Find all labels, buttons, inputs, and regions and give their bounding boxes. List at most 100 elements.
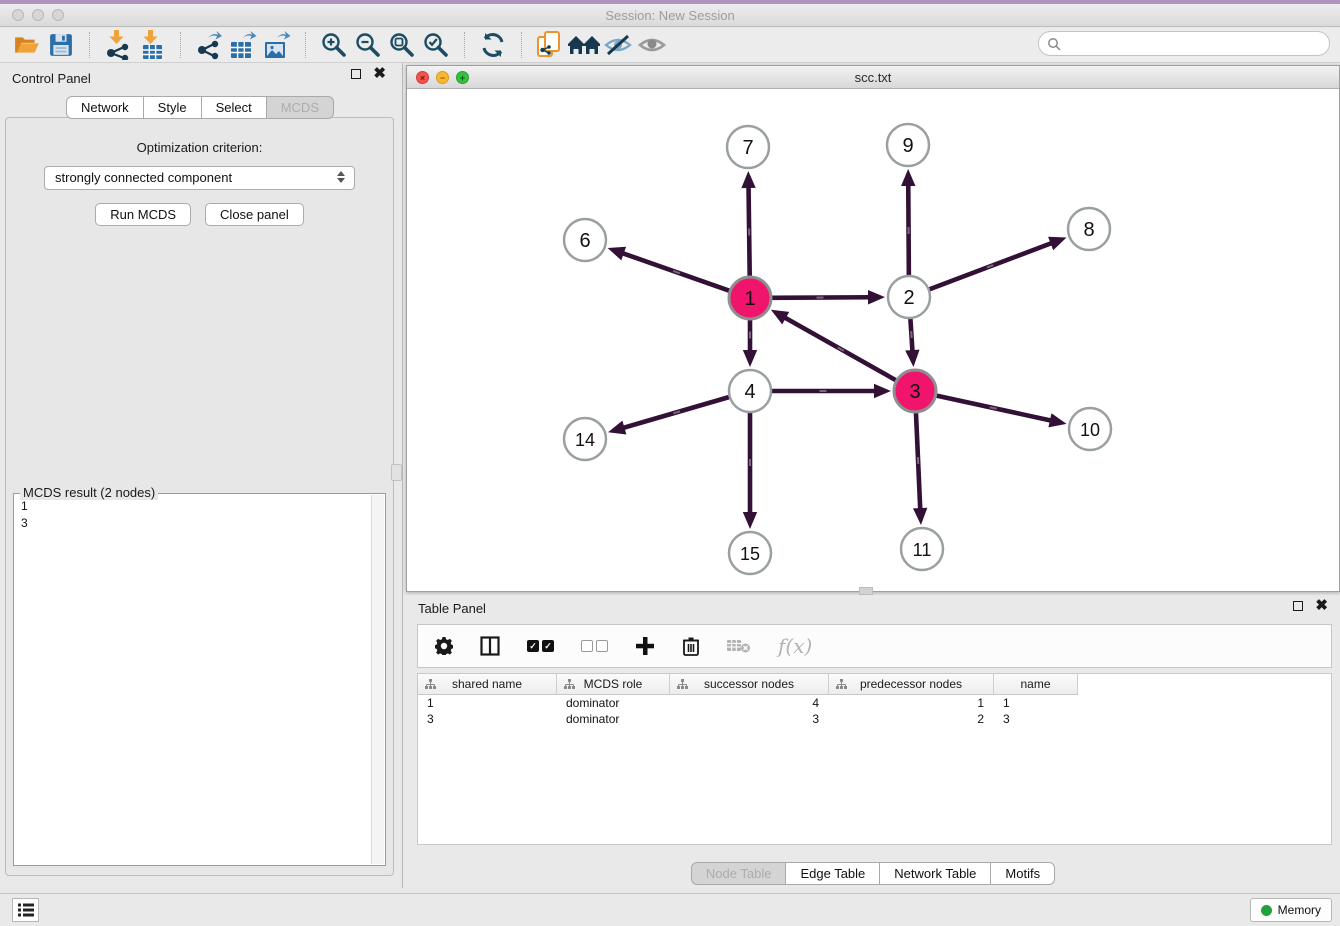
tab-motifs[interactable]: Motifs bbox=[990, 862, 1055, 885]
titlebar: Session: New Session bbox=[0, 4, 1340, 27]
float-table-panel-icon[interactable] bbox=[1293, 601, 1303, 611]
zoom-fit-icon[interactable] bbox=[385, 29, 419, 61]
close-window-icon[interactable] bbox=[12, 9, 24, 21]
hide-selected-icon[interactable] bbox=[601, 29, 635, 61]
search-icon bbox=[1047, 37, 1061, 51]
export-table-icon[interactable] bbox=[226, 29, 260, 61]
graph-node-label: 4 bbox=[744, 381, 755, 403]
table-cell[interactable]: 1 bbox=[418, 695, 557, 711]
vertical-splitter-handle[interactable] bbox=[391, 464, 402, 481]
horizontal-splitter-handle[interactable] bbox=[859, 587, 873, 595]
tab-network[interactable]: Network bbox=[66, 96, 144, 119]
window-title: Session: New Session bbox=[0, 4, 1340, 27]
open-session-icon[interactable] bbox=[10, 29, 44, 61]
zoom-window-icon[interactable] bbox=[52, 9, 64, 21]
table-cell[interactable]: dominator bbox=[557, 695, 670, 711]
table-row[interactable]: 1dominator411 bbox=[418, 695, 1331, 711]
mcds-panel: Optimization criterion: strongly connect… bbox=[5, 117, 394, 876]
import-network-icon[interactable] bbox=[101, 29, 135, 61]
list-icon bbox=[18, 903, 34, 917]
toolbar-separator bbox=[89, 32, 90, 58]
column-header-successor-nodes[interactable]: successor nodes bbox=[670, 674, 829, 695]
graph-node-label: 11 bbox=[913, 540, 932, 560]
close-panel-icon[interactable]: ✖ bbox=[373, 69, 386, 79]
import-table-icon[interactable] bbox=[135, 29, 169, 61]
arrowhead-icon bbox=[743, 350, 757, 367]
task-history-button[interactable] bbox=[12, 898, 39, 922]
close-table-panel-icon[interactable]: ✖ bbox=[1315, 601, 1328, 611]
dropdown-value: strongly connected component bbox=[55, 170, 232, 185]
optimization-dropdown[interactable]: strongly connected component bbox=[44, 166, 355, 190]
graph-node-label: 6 bbox=[579, 230, 590, 252]
arrowhead-icon bbox=[608, 247, 626, 261]
chevron-updown-icon bbox=[337, 171, 345, 183]
toolbar-separator bbox=[464, 32, 465, 58]
graph-node-label: 1 bbox=[744, 288, 755, 310]
graph-node-label: 8 bbox=[1083, 219, 1094, 241]
result-scrollbar[interactable] bbox=[371, 495, 384, 864]
column-header-shared-name[interactable]: shared name bbox=[418, 674, 557, 695]
zoom-selected-icon[interactable] bbox=[419, 29, 453, 61]
table-row[interactable]: 3dominator323 bbox=[418, 711, 1331, 727]
table-cell[interactable]: 2 bbox=[829, 711, 994, 727]
tab-mcds[interactable]: MCDS bbox=[266, 96, 334, 119]
split-panel-icon[interactable] bbox=[480, 636, 500, 656]
arrowhead-icon bbox=[1048, 237, 1066, 250]
table-cell[interactable]: dominator bbox=[557, 711, 670, 727]
home-icon[interactable] bbox=[567, 29, 601, 61]
vertical-splitter[interactable] bbox=[402, 63, 403, 888]
delete-column-icon[interactable] bbox=[682, 636, 700, 656]
mcds-result-lines: 1 3 bbox=[14, 494, 385, 536]
close-network-icon[interactable]: × bbox=[416, 71, 429, 84]
run-mcds-button[interactable]: Run MCDS bbox=[95, 203, 191, 226]
tab-style[interactable]: Style bbox=[143, 96, 202, 119]
gear-icon[interactable] bbox=[435, 637, 453, 655]
control-panel-title: Control Panel bbox=[12, 71, 91, 86]
table-cell[interactable]: 3 bbox=[418, 711, 557, 727]
edge-handle bbox=[820, 390, 827, 392]
table-cell[interactable]: 3 bbox=[670, 711, 829, 727]
maximize-network-icon[interactable]: + bbox=[456, 71, 469, 84]
close-panel-button[interactable]: Close panel bbox=[205, 203, 304, 226]
deselect-all-icon[interactable] bbox=[581, 640, 608, 652]
network-canvas[interactable]: 7968124314101511 bbox=[407, 90, 1339, 591]
network-window-titlebar[interactable]: × − + scc.txt bbox=[407, 66, 1339, 89]
tab-select[interactable]: Select bbox=[201, 96, 267, 119]
minimize-network-icon[interactable]: − bbox=[436, 71, 449, 84]
tab-network-table[interactable]: Network Table bbox=[879, 862, 991, 885]
table-cell[interactable]: 1 bbox=[829, 695, 994, 711]
column-header-MCDS-role[interactable]: MCDS role bbox=[557, 674, 670, 695]
add-column-icon[interactable] bbox=[635, 636, 655, 656]
table-body: 1dominator4113dominator323 bbox=[418, 695, 1331, 727]
search-field[interactable] bbox=[1038, 31, 1330, 56]
save-session-icon[interactable] bbox=[44, 29, 78, 61]
edge-handle bbox=[816, 297, 823, 299]
edge-handle bbox=[749, 332, 751, 339]
column-header-name[interactable]: name bbox=[994, 674, 1078, 695]
tab-node-table[interactable]: Node Table bbox=[691, 862, 787, 885]
export-network-icon[interactable] bbox=[192, 29, 226, 61]
tab-edge-table[interactable]: Edge Table bbox=[785, 862, 880, 885]
column-header-predecessor-nodes[interactable]: predecessor nodes bbox=[829, 674, 994, 695]
control-panel: Control Panel ✖ NetworkStyleSelectMCDS O… bbox=[0, 63, 400, 888]
table-cell[interactable]: 3 bbox=[994, 711, 1078, 727]
export-image-icon[interactable] bbox=[260, 29, 294, 61]
search-input[interactable] bbox=[1061, 36, 1329, 51]
show-all-icon[interactable] bbox=[635, 29, 669, 61]
window-traffic-lights[interactable] bbox=[12, 9, 64, 21]
refresh-icon[interactable] bbox=[476, 29, 510, 61]
zoom-out-icon[interactable] bbox=[351, 29, 385, 61]
clone-network-icon[interactable] bbox=[533, 29, 567, 61]
select-all-icon[interactable]: ✓✓ bbox=[527, 640, 554, 652]
graph-node-label: 7 bbox=[742, 137, 753, 159]
minimize-window-icon[interactable] bbox=[32, 9, 44, 21]
memory-button[interactable]: Memory bbox=[1250, 898, 1332, 922]
hierarchy-icon bbox=[677, 679, 688, 690]
node-table: shared nameMCDS rolesuccessor nodesprede… bbox=[417, 673, 1332, 845]
table-cell[interactable]: 4 bbox=[670, 695, 829, 711]
network-window: × − + scc.txt 7968124314101511 bbox=[406, 65, 1340, 592]
float-panel-icon[interactable] bbox=[351, 69, 361, 79]
table-cell[interactable]: 1 bbox=[994, 695, 1078, 711]
graph-node-label: 10 bbox=[1080, 420, 1100, 440]
zoom-in-icon[interactable] bbox=[317, 29, 351, 61]
